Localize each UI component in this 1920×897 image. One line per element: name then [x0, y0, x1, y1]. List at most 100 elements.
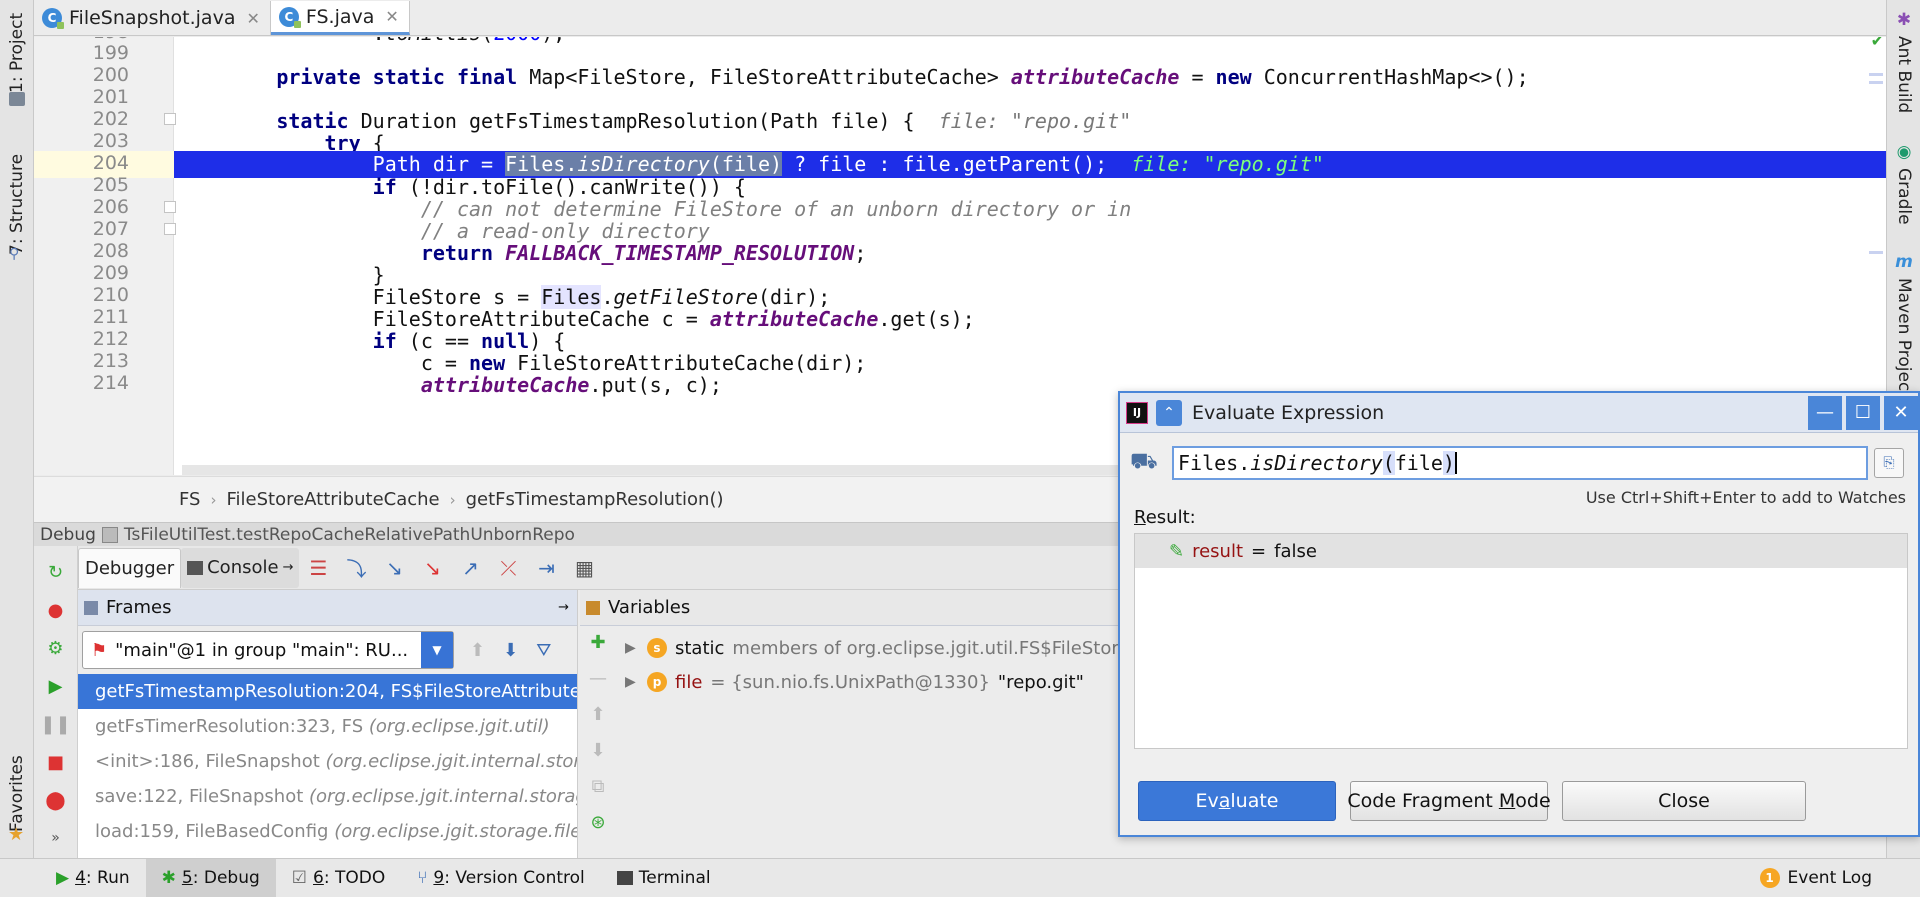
evaluate-expression-dialog: IJ ⌃ Evaluate Expression — ☐ ✕ ⛟ Files. i…	[1118, 391, 1920, 837]
favorites-tool-tab[interactable]: Favorites	[0, 742, 34, 832]
code-line: private static final Map<FileStore, File…	[276, 65, 1529, 89]
todo-tool-button[interactable]: ☑ 6: TODO	[276, 859, 401, 897]
line-number: 204	[92, 152, 129, 174]
pin-icon[interactable]: →	[558, 600, 569, 615]
stack-frame[interactable]: save:122, FileSnapshot (org.eclipse.jgit…	[78, 779, 577, 814]
close-icon[interactable]: ✕	[1884, 395, 1918, 430]
tab-filesnapshot-java[interactable]: C FileSnapshot.java ✕	[34, 1, 271, 35]
restore-layout-icon[interactable]: ⚙	[43, 636, 69, 660]
more-icon[interactable]: »	[43, 826, 69, 850]
force-step-into-icon[interactable]: ↘	[413, 550, 451, 586]
expand-triangle-icon[interactable]: ▶	[625, 674, 639, 690]
step-out-icon[interactable]: ↗	[451, 550, 489, 586]
step-over-icon[interactable]: ⤵	[337, 550, 375, 586]
breadcrumb-item[interactable]: getFsTimestampResolution()	[466, 489, 724, 510]
new-watch-icon[interactable]: ✚	[585, 630, 611, 654]
resume-icon[interactable]: ▶	[43, 674, 69, 698]
result-tree[interactable]: ✎ result = false	[1134, 533, 1908, 749]
watches-hint: Use Ctrl+Shift+Enter to add to Watches	[1585, 488, 1906, 507]
run-icon: ▶	[56, 868, 70, 888]
pause-icon[interactable]: ❚❚	[40, 712, 70, 736]
ant-build-tool-tab[interactable]: ✱ Ant Build	[1887, 10, 1920, 113]
stop-icon[interactable]: ■	[43, 750, 69, 774]
close-button[interactable]: Close	[1562, 781, 1806, 821]
result-row[interactable]: ✎ result = false	[1135, 534, 1907, 568]
todo-icon: ☑	[291, 868, 308, 888]
vcs-icon: ⑂	[417, 868, 428, 888]
expression-row: ⛟ Files. isDirectory(file) ⎘	[1130, 443, 1910, 483]
variables-toolbar: ✚ — ⬆ ⬇ ⧉ ⊛	[580, 590, 616, 858]
gradle-tool-tab[interactable]: ◉ Gradle	[1887, 142, 1920, 225]
static-badge-icon: s	[647, 638, 667, 658]
line-number: 210	[92, 284, 129, 306]
move-up-icon[interactable]: ⬆	[585, 702, 611, 726]
expand-triangle-icon[interactable]: ▶	[625, 640, 639, 656]
view-breakpoints-icon[interactable]: ⬤	[43, 788, 69, 812]
code-fragment-mode-button[interactable]: Code Fragment Mode	[1347, 781, 1551, 821]
evaluate-expression-icon[interactable]: ▦	[565, 550, 603, 586]
drop-frame-icon[interactable]: ⤫	[489, 550, 527, 586]
terminal-tool-button[interactable]: Terminal	[601, 859, 727, 897]
variables-panel: Variables ▶ s static members of org.ecli…	[580, 590, 1265, 858]
line-number: 211	[92, 306, 129, 328]
tab-fs-java[interactable]: C FS.java ✕	[270, 1, 410, 35]
step-into-icon[interactable]: ↘	[375, 550, 413, 586]
ant-icon: ✱	[1896, 10, 1912, 30]
arrow-down-icon[interactable]: ⬇	[503, 640, 518, 661]
java-class-icon: C	[278, 6, 301, 28]
tool-window-bar: ▶ 4: Run ✱ 5: Debug ☑ 6: TODO ⑂ 9: Versi…	[0, 858, 1920, 897]
stack-frame[interactable]: load:159, FileBasedConfig (org.eclipse.j…	[78, 814, 577, 849]
line-number: 200	[92, 64, 129, 86]
show-execution-point-icon[interactable]: ☰	[299, 550, 337, 586]
variable-row[interactable]: ▶ p file = {sun.nio.fs.UnixPath@1330} "r…	[625, 666, 1084, 698]
arrow-up-icon[interactable]: ⬆	[470, 640, 485, 661]
thread-dropdown[interactable]: ⚑ "main"@1 in group "main": RU... ▼	[82, 631, 454, 669]
run-tool-button[interactable]: ▶ 4: Run	[40, 859, 146, 897]
stop-breakpoints-icon[interactable]: ●	[43, 598, 69, 622]
chevron-up-icon[interactable]: ⌃	[1156, 399, 1182, 426]
maximize-icon[interactable]: ☐	[1846, 395, 1880, 430]
line-number: 212	[92, 328, 129, 350]
history-icon[interactable]: ⎘	[1874, 448, 1904, 478]
close-tab-icon[interactable]: ✕	[385, 7, 398, 26]
stack-frame[interactable]: getFsTimerResolution:323, FS (org.eclips…	[78, 709, 577, 744]
line-number: 209	[92, 262, 129, 284]
stack-frame[interactable]: getFsTimestampResolution:204, FS$FileSto…	[78, 674, 577, 709]
variables-header: Variables	[580, 590, 1124, 626]
watches-icon[interactable]: ⊛	[585, 810, 611, 834]
breadcrumb-item[interactable]: FileStoreAttributeCache	[226, 489, 439, 510]
tab-debugger[interactable]: Debugger	[78, 547, 182, 588]
expression-input[interactable]: Files. isDirectory(file)	[1172, 446, 1868, 480]
stack-frame[interactable]: <init>:186, FileSnapshot (org.eclipse.jg…	[78, 744, 577, 779]
thread-selector-row: ⚑ "main"@1 in group "main": RU... ▼ ⬆ ⬇ …	[78, 626, 577, 674]
parameter-badge-icon: p	[647, 672, 667, 692]
project-tool-tab[interactable]: 1: Project	[0, 8, 34, 93]
move-down-icon[interactable]: ⬇	[585, 738, 611, 762]
gradle-icon: ◉	[1896, 142, 1912, 162]
breadcrumb-item[interactable]: FS	[179, 489, 200, 510]
evaluate-icon: ⛟	[1130, 449, 1158, 474]
tab-console[interactable]: Console →	[181, 547, 300, 588]
rerun-icon[interactable]: ↻	[43, 560, 69, 584]
version-control-tool-button[interactable]: ⑂ 9: Version Control	[401, 859, 601, 897]
line-number: 202	[92, 108, 129, 130]
dialog-title-bar[interactable]: IJ ⌃ Evaluate Expression — ☐ ✕	[1120, 393, 1918, 433]
run-to-cursor-icon[interactable]: ⇥	[527, 550, 565, 586]
event-log-button[interactable]: 1 Event Log	[1759, 859, 1872, 897]
copy-icon[interactable]: ⧉	[585, 774, 611, 798]
maven-tool-tab[interactable]: m Maven Projects	[1887, 252, 1920, 407]
minimize-icon[interactable]: —	[1808, 395, 1842, 430]
debug-actions-toolbar: ↻ ● ⚙ ▶ ❚❚ ■ ⬤ »	[34, 546, 78, 858]
result-label: Result:	[1134, 507, 1196, 528]
debug-tool-button[interactable]: ✱ 5: Debug	[145, 859, 276, 897]
pin-icon: →	[282, 560, 294, 575]
frames-panel: Frames → ⚑ "main"@1 in group "main": RU.…	[78, 590, 578, 858]
event-count-badge: 1	[1759, 868, 1780, 888]
structure-tool-tab[interactable]: 7: Structure	[0, 145, 34, 255]
evaluate-button[interactable]: Ev a luate	[1138, 781, 1336, 821]
filter-icon[interactable]: ⛛	[536, 640, 551, 661]
close-tab-icon[interactable]: ✕	[246, 9, 259, 28]
editor-tab-bar: C FileSnapshot.java ✕ C FS.java ✕	[34, 0, 1886, 36]
remove-watch-icon[interactable]: —	[585, 666, 611, 690]
chevron-down-icon[interactable]: ▼	[421, 632, 453, 668]
